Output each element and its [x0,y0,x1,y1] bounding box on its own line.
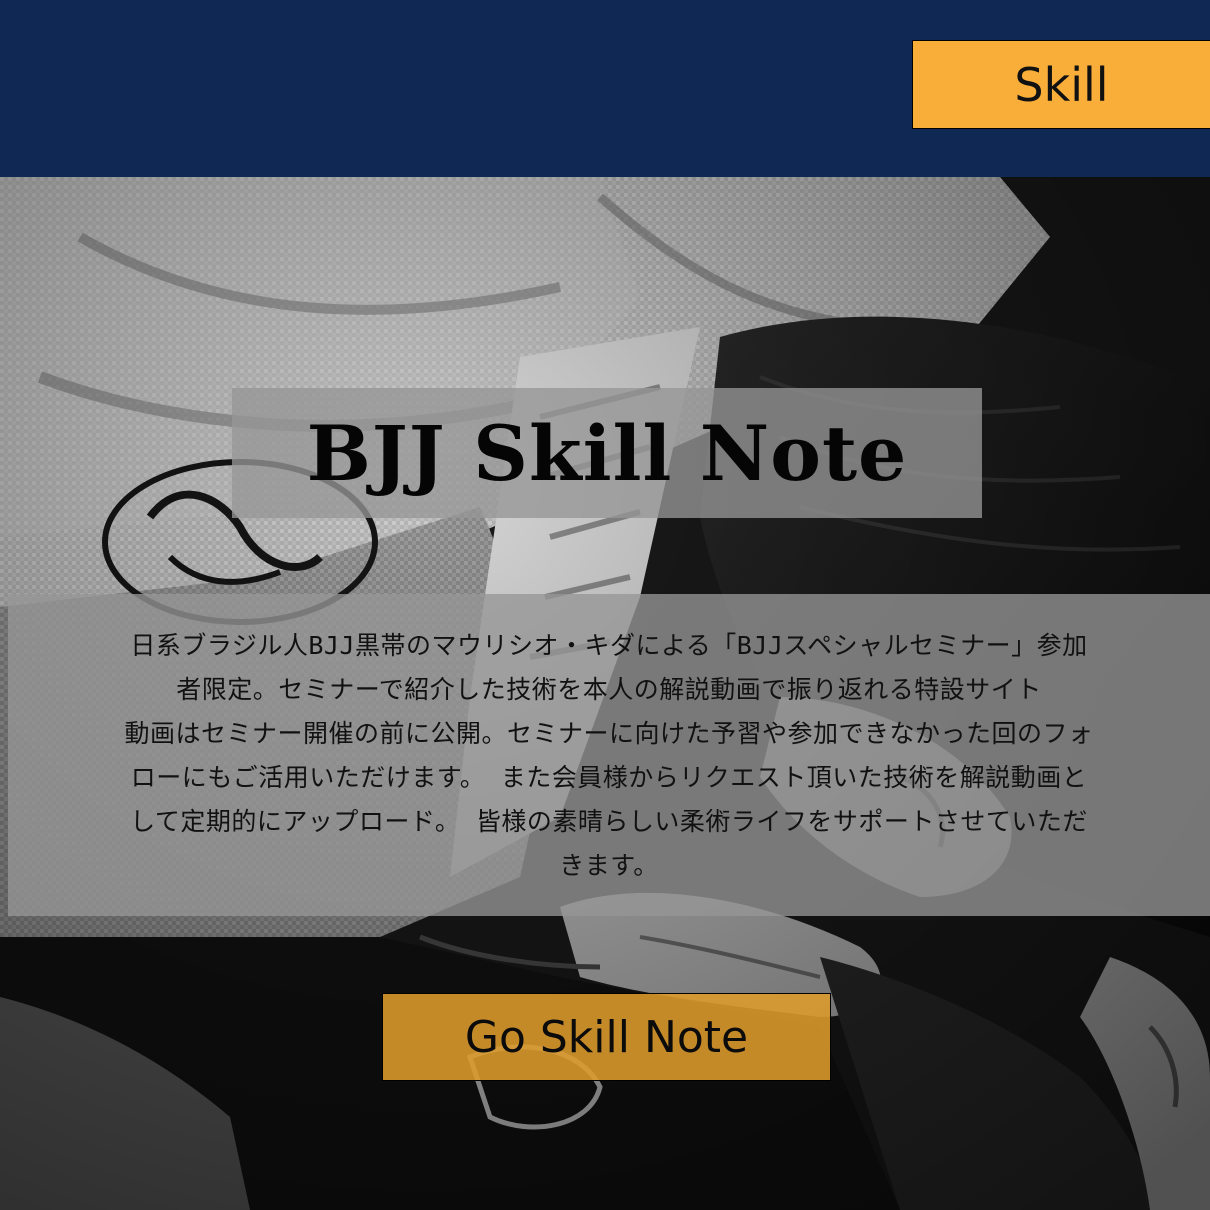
description-line: 者限定。セミナーで紹介した技術を本人の解説動画で振り返れる特設サイト [176,675,1042,704]
page: Skill BJJ Skill Note 日系ブラジル人BJJ黒帯のマウリシオ・… [0,0,1210,1210]
hero-title-box: BJJ Skill Note [232,388,982,518]
skill-nav-button[interactable]: Skill [912,40,1210,129]
go-skill-note-button-label: Go Skill Note [464,1011,749,1063]
description-box: 日系ブラジル人BJJ黒帯のマウリシオ・キダによる「BJJスペシャルセミナー」参加… [8,594,1210,916]
page-title: BJJ Skill Note [306,408,908,498]
description-line: 動画はセミナー開催の前に公開。セミナーに向けた予習や参加できなかった回のフォ [124,719,1094,748]
skill-nav-button-label: Skill [1014,57,1109,112]
site-header: Skill [0,0,1210,177]
description-line: 日系ブラジル人BJJ黒帯のマウリシオ・キダによる「BJJスペシャルセミナー」参加 [130,631,1088,660]
description-text: 日系ブラジル人BJJ黒帯のマウリシオ・キダによる「BJJスペシャルセミナー」参加… [36,624,1182,888]
description-line: ローにもご活用いただけます。 また会員様からリクエスト頂いた技術を解説動画と [130,763,1088,792]
description-line: して定期的にアップロード。 皆様の素晴らしい柔術ライフをサポートさせていただ [130,807,1088,836]
description-line: きます。 [559,851,659,880]
go-skill-note-button[interactable]: Go Skill Note [382,993,831,1081]
